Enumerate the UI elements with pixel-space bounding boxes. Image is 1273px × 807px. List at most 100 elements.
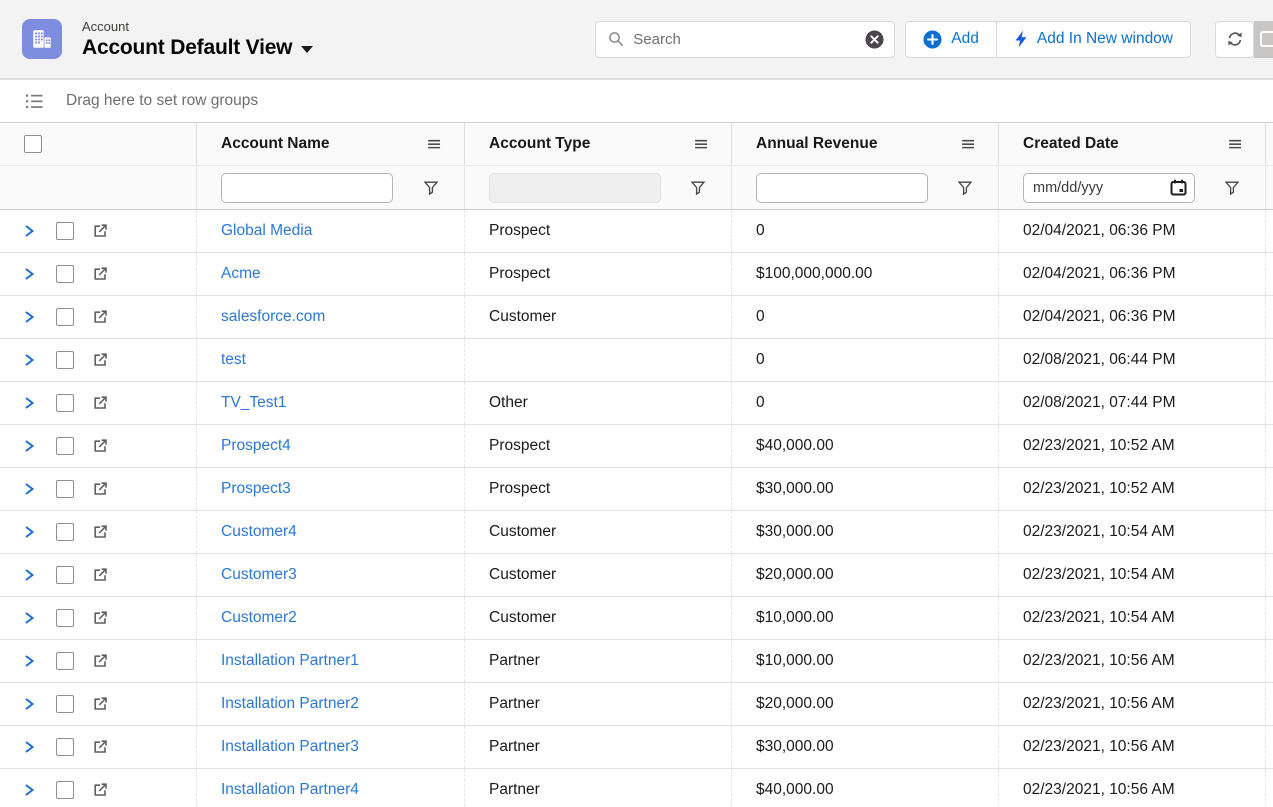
account-name-link[interactable]: Installation Partner4 <box>221 781 359 799</box>
account-name-link[interactable]: Global Media <box>221 222 312 240</box>
calendar-icon[interactable] <box>1170 179 1187 196</box>
row-checkbox[interactable] <box>56 222 74 240</box>
search-clear-icon[interactable] <box>865 30 884 49</box>
created-date-filter-input[interactable]: mm/dd/yyy <box>1023 173 1195 203</box>
add-in-new-window-button[interactable]: Add In New window <box>996 22 1190 57</box>
external-link-icon[interactable] <box>91 480 109 498</box>
account-name-filter-input[interactable] <box>221 173 393 203</box>
row-expand-chevron-icon[interactable] <box>24 567 37 583</box>
column-header-label: Account Name <box>221 135 330 153</box>
account-name-cell: TV_Test1 <box>197 382 465 424</box>
external-link-icon[interactable] <box>91 523 109 541</box>
account-type-value: Partner <box>489 738 540 756</box>
row-expand-chevron-icon[interactable] <box>24 395 37 411</box>
row-checkbox[interactable] <box>56 394 74 412</box>
account-name-link[interactable]: Customer4 <box>221 523 297 541</box>
row-checkbox[interactable] <box>56 265 74 283</box>
external-link-icon[interactable] <box>91 652 109 670</box>
account-name-link[interactable]: test <box>221 351 246 369</box>
table-row: Prospect3 Prospect $30,000.00 02/23/2021… <box>0 468 1273 511</box>
row-expand-chevron-icon[interactable] <box>24 481 37 497</box>
external-link-icon[interactable] <box>91 394 109 412</box>
truncated-button[interactable] <box>1254 21 1273 58</box>
annual-revenue-filter-input[interactable] <box>756 173 928 203</box>
annual-revenue-filter-icon[interactable] <box>958 181 972 195</box>
annual-revenue-cell: 0 <box>732 382 999 424</box>
row-expand-chevron-icon[interactable] <box>24 438 37 454</box>
row-checkbox[interactable] <box>56 652 74 670</box>
account-name-link[interactable]: Acme <box>221 265 261 283</box>
external-link-icon[interactable] <box>91 437 109 455</box>
row-expand-chevron-icon[interactable] <box>24 309 37 325</box>
row-expand-chevron-icon[interactable] <box>24 782 37 798</box>
row-checkbox[interactable] <box>56 523 74 541</box>
account-name-link[interactable]: TV_Test1 <box>221 394 286 412</box>
account-name-link[interactable]: Prospect3 <box>221 480 291 498</box>
account-type-filter-icon[interactable] <box>691 181 705 195</box>
row-expand-chevron-icon[interactable] <box>24 223 37 239</box>
row-expand-chevron-icon[interactable] <box>24 696 37 712</box>
column-menu-icon[interactable]: ≡ <box>426 135 442 154</box>
row-checkbox[interactable] <box>56 480 74 498</box>
row-expand-chevron-icon[interactable] <box>24 653 37 669</box>
row-checkbox[interactable] <box>56 695 74 713</box>
row-expand-chevron-icon[interactable] <box>24 352 37 368</box>
add-button[interactable]: Add <box>906 22 996 57</box>
account-type-value: Partner <box>489 781 540 799</box>
row-checkbox[interactable] <box>56 437 74 455</box>
row-checkbox[interactable] <box>56 566 74 584</box>
account-type-value: Customer <box>489 308 556 326</box>
view-selector[interactable]: Account Default View <box>82 36 313 60</box>
external-link-icon[interactable] <box>91 738 109 756</box>
row-checkbox[interactable] <box>56 351 74 369</box>
row-stub-cell <box>1266 253 1273 295</box>
search-input[interactable] <box>633 31 865 48</box>
created-date-filter-icon[interactable] <box>1225 181 1239 195</box>
external-link-icon[interactable] <box>91 609 109 627</box>
external-link-icon[interactable] <box>91 222 109 240</box>
bolt-icon <box>1014 30 1028 48</box>
column-header[interactable]: Created Date ≡ <box>999 123 1266 165</box>
external-link-icon[interactable] <box>91 308 109 326</box>
account-name-link[interactable]: Installation Partner1 <box>221 652 359 670</box>
account-name-link[interactable]: Prospect4 <box>221 437 291 455</box>
row-expand-chevron-icon[interactable] <box>24 610 37 626</box>
external-link-icon[interactable] <box>91 781 109 799</box>
column-header[interactable]: Account Name ≡ <box>197 123 465 165</box>
account-name-link[interactable]: Customer2 <box>221 609 297 627</box>
external-link-icon[interactable] <box>91 566 109 584</box>
row-expand-chevron-icon[interactable] <box>24 266 37 282</box>
chevron-down-icon[interactable] <box>301 46 313 53</box>
external-link-icon[interactable] <box>91 695 109 713</box>
row-group-drop-zone[interactable]: Drag here to set row groups <box>0 80 1273 123</box>
account-object-icon <box>22 19 62 59</box>
account-name-link[interactable]: Installation Partner3 <box>221 738 359 756</box>
grid-body: Global Media Prospect 0 02/04/2021, 06:3… <box>0 210 1273 807</box>
account-name-link[interactable]: salesforce.com <box>221 308 325 326</box>
column-header-label: Account Type <box>489 135 590 153</box>
refresh-icon <box>1226 30 1244 48</box>
entity-titles: Account Account Default View <box>82 19 313 60</box>
column-menu-icon[interactable]: ≡ <box>1227 135 1243 154</box>
column-menu-icon[interactable]: ≡ <box>960 135 976 154</box>
refresh-button[interactable] <box>1215 21 1254 58</box>
row-checkbox[interactable] <box>56 738 74 756</box>
row-expand-chevron-icon[interactable] <box>24 524 37 540</box>
account-name-link[interactable]: Installation Partner2 <box>221 695 359 713</box>
select-all-checkbox[interactable] <box>24 135 42 153</box>
account-name-link[interactable]: Customer3 <box>221 566 297 584</box>
column-header[interactable]: Account Type ≡ <box>465 123 732 165</box>
row-expand-chevron-icon[interactable] <box>24 739 37 755</box>
account-name-cell: Installation Partner1 <box>197 640 465 682</box>
external-link-icon[interactable] <box>91 265 109 283</box>
account-name-filter-icon[interactable] <box>424 181 438 195</box>
column-header[interactable]: Annual Revenue ≡ <box>732 123 999 165</box>
external-link-icon[interactable] <box>91 351 109 369</box>
account-type-filter-input[interactable] <box>489 173 661 203</box>
column-header-label: Annual Revenue <box>756 135 877 153</box>
annual-revenue-cell: 0 <box>732 296 999 338</box>
row-checkbox[interactable] <box>56 308 74 326</box>
column-menu-icon[interactable]: ≡ <box>693 135 709 154</box>
row-checkbox[interactable] <box>56 781 74 799</box>
row-checkbox[interactable] <box>56 609 74 627</box>
